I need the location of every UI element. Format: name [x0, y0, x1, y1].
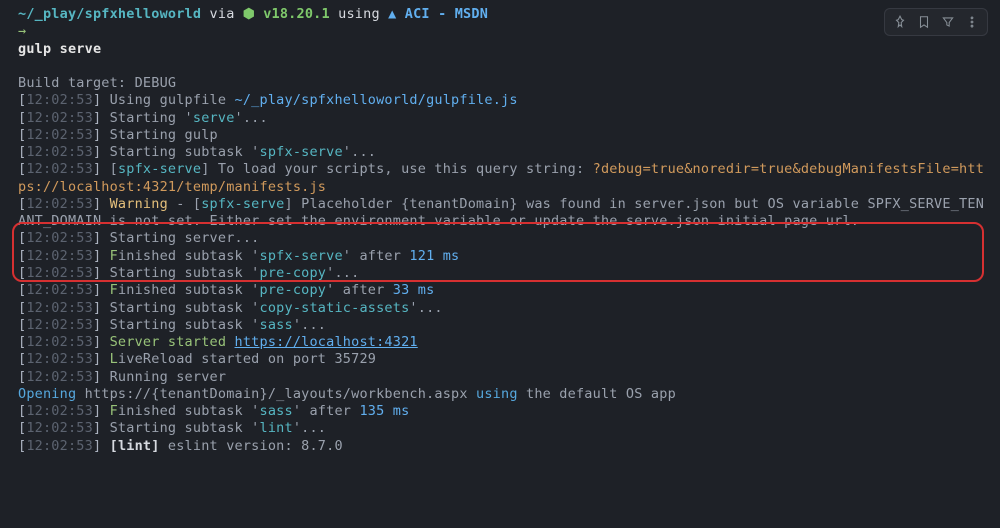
- cloud-name: ACI - MSDN: [396, 6, 488, 22]
- starting-server: Starting server...: [110, 230, 260, 246]
- warning-label: Warning: [110, 196, 168, 212]
- terminal-output[interactable]: ~/_play/spfxhelloworld via ⬢ v18.20.1 us…: [18, 6, 992, 455]
- duration-33: 33 ms: [393, 282, 435, 298]
- node-hex-icon: ⬢: [243, 6, 263, 22]
- task-serve: serve: [193, 110, 235, 126]
- pin-icon[interactable]: [889, 12, 911, 32]
- node-version: v18.20.1: [263, 6, 330, 22]
- build-target: Build target: DEBUG: [18, 75, 176, 91]
- eslint-version: eslint version: 8.7.0: [160, 438, 343, 454]
- duration-135: 135 ms: [359, 403, 409, 419]
- bookmark-icon[interactable]: [913, 12, 935, 32]
- prompt-using: using: [330, 6, 388, 22]
- server-url[interactable]: https://localhost:4321: [235, 334, 418, 350]
- opening-url: https://{tenantDomain}/_layouts/workbenc…: [76, 386, 476, 402]
- starting-gulp: Starting gulp: [110, 127, 218, 143]
- gulpfile-path: ~/_play/spfxhelloworld/gulpfile.js: [235, 92, 518, 108]
- running-server: Running server: [110, 369, 227, 385]
- livereload-msg: iveReload started on port 35729: [118, 351, 376, 367]
- more-icon[interactable]: [961, 12, 983, 32]
- opening-label: Opening: [18, 386, 76, 402]
- timestamp: 12:02:53: [26, 92, 93, 108]
- prompt-path: ~/_play/spfxhelloworld: [18, 6, 201, 22]
- command-text: gulp serve: [18, 41, 101, 57]
- task-name: spfx-serve: [118, 161, 201, 177]
- duration-121: 121 ms: [409, 248, 459, 264]
- prompt-arrow: →: [18, 23, 26, 39]
- filter-icon[interactable]: [937, 12, 959, 32]
- terminal-toolbar: [884, 8, 988, 36]
- prompt-via: via: [201, 6, 243, 22]
